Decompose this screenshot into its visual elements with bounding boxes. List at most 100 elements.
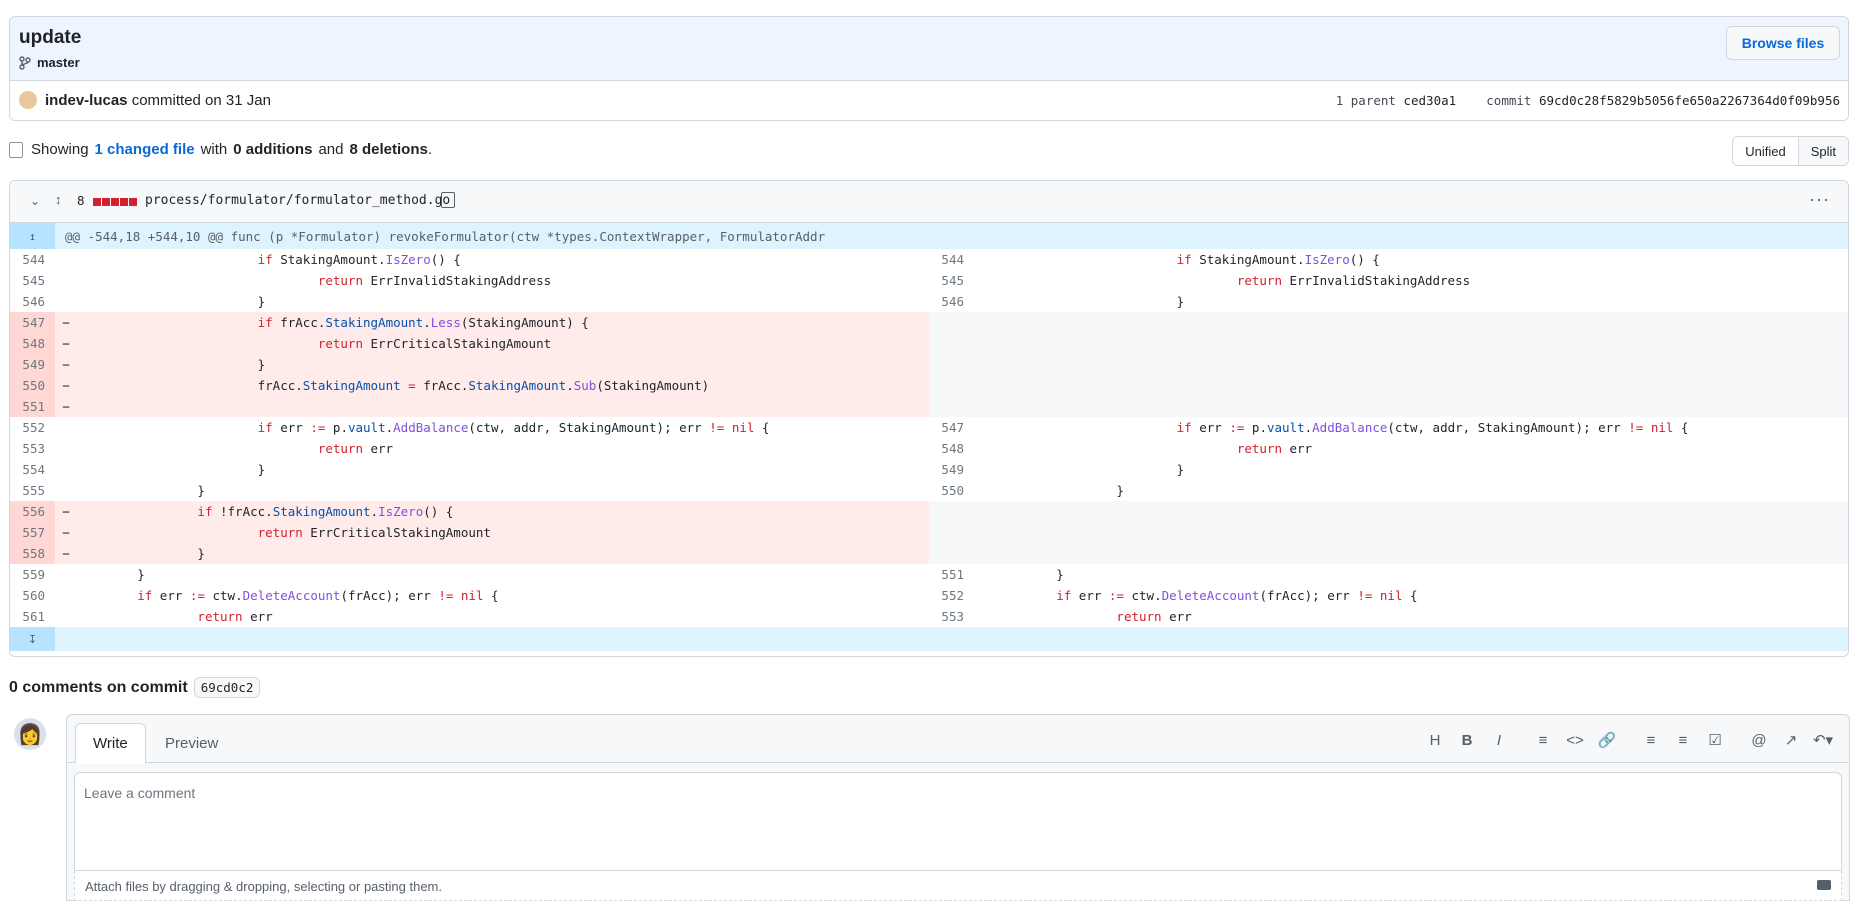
diff-right-side: 549 } — [929, 459, 1848, 480]
line-number-left[interactable]: 551 — [10, 396, 55, 417]
tab-write[interactable]: Write — [75, 723, 146, 764]
diff-left-side: 559 } — [10, 564, 929, 585]
diff-right-side: 550 } — [929, 480, 1848, 501]
italic-icon[interactable]: I — [1483, 729, 1515, 751]
diff-row: 551− — [10, 396, 1848, 417]
line-number-left[interactable]: 561 — [10, 606, 55, 627]
attach-text: Attach files by dragging & dropping, sel… — [85, 879, 442, 894]
line-number-left[interactable]: 560 — [10, 585, 55, 606]
commit-title: update — [19, 27, 82, 48]
heading-icon[interactable]: H — [1419, 729, 1451, 751]
bold-icon[interactable]: B — [1451, 729, 1483, 751]
line-number-right[interactable]: 545 — [929, 270, 974, 291]
line-number-left[interactable]: 558 — [10, 543, 55, 564]
changed-files-link[interactable]: 1 changed file — [95, 141, 195, 158]
file-path[interactable]: process/formulator/formulator_method.go — [145, 193, 450, 208]
line-number-right[interactable] — [929, 312, 974, 333]
link-icon[interactable]: 🔗 — [1591, 729, 1623, 751]
kebab-menu-icon[interactable]: ··· — [1809, 189, 1830, 210]
line-number-left[interactable]: 552 — [10, 417, 55, 438]
line-number-left[interactable]: 547 — [10, 312, 55, 333]
line-number-left[interactable]: 557 — [10, 522, 55, 543]
diff-marker — [55, 459, 77, 480]
line-number-left[interactable]: 555 — [10, 480, 55, 501]
diff-left-side: 552 if err := p.vault.AddBalance(ctw, ad… — [10, 417, 929, 438]
line-number-right[interactable] — [929, 522, 974, 543]
copy-icon[interactable] — [441, 192, 455, 208]
diff-right-side — [929, 333, 1848, 354]
code-line-left: } — [77, 462, 266, 477]
line-number-left[interactable]: 549 — [10, 354, 55, 375]
diff-left-side: 551− — [10, 396, 929, 417]
code-line-right: return ErrInvalidStakingAddress — [1236, 273, 1471, 288]
comments-title: 0 comments on commit — [9, 678, 188, 696]
code-icon[interactable]: <> — [1559, 729, 1591, 751]
diff-marker — [974, 312, 996, 333]
comment-editor: Write Preview H B I ≡ <> 🔗 ≡ ≡ ☑ @ ↗ ↶▾ … — [66, 714, 1850, 901]
line-number-left[interactable]: 545 — [10, 270, 55, 291]
split-view-button[interactable]: Split — [1797, 137, 1848, 165]
expand-up-icon[interactable]: ↥ — [10, 223, 55, 249]
browse-files-button[interactable]: Browse files — [1726, 26, 1840, 60]
unified-view-button[interactable]: Unified — [1733, 137, 1797, 165]
attach-files-area[interactable]: Attach files by dragging & dropping, sel… — [74, 871, 1842, 901]
expand-all-icon[interactable]: ↕ — [55, 192, 62, 207]
line-number-left[interactable]: 548 — [10, 333, 55, 354]
line-number-right[interactable] — [929, 543, 974, 564]
line-number-right[interactable] — [929, 333, 974, 354]
line-number-right[interactable] — [929, 354, 974, 375]
line-number-right[interactable]: 552 — [929, 585, 974, 606]
line-number-right[interactable]: 549 — [929, 459, 974, 480]
line-number-left[interactable]: 556 — [10, 501, 55, 522]
line-number-left[interactable]: 546 — [10, 291, 55, 312]
diff-row: 554 } 549 } — [10, 459, 1848, 480]
line-number-right[interactable]: 547 — [929, 417, 974, 438]
committed-date: committed on 31 Jan — [131, 92, 271, 109]
line-number-right[interactable] — [929, 501, 974, 522]
line-number-right[interactable]: 544 — [929, 249, 974, 270]
diff-marker — [974, 501, 996, 522]
diff-row: 548− return ErrCriticalStakingAmount — [10, 333, 1848, 354]
line-number-right[interactable]: 550 — [929, 480, 974, 501]
line-number-right[interactable]: 548 — [929, 438, 974, 459]
line-number-right[interactable] — [929, 375, 974, 396]
diff-left-side: 550− frAcc.StakingAmount = frAcc.Staking… — [10, 375, 929, 396]
code-line-right: if StakingAmount.IsZero() { — [1176, 252, 1380, 267]
diff-marker — [55, 270, 77, 291]
task-list-icon[interactable]: ☑ — [1699, 729, 1731, 751]
line-number-left[interactable]: 544 — [10, 249, 55, 270]
code-line-right — [996, 501, 1848, 522]
quote-icon[interactable]: ≡ — [1527, 729, 1559, 751]
chevron-down-icon[interactable]: ⌄ — [30, 194, 40, 208]
comment-textarea[interactable]: Leave a comment — [74, 772, 1842, 871]
diff-marker — [974, 585, 996, 606]
expand-down-icon[interactable]: ↧ — [10, 627, 55, 651]
line-number-left[interactable]: 554 — [10, 459, 55, 480]
user-avatar[interactable]: 👩 — [14, 718, 46, 750]
mention-icon[interactable]: @ — [1743, 729, 1775, 751]
line-number-right[interactable]: 553 — [929, 606, 974, 627]
code-line-left: return err — [197, 609, 273, 624]
branch-label[interactable]: master — [19, 55, 80, 70]
line-number-right[interactable] — [929, 396, 974, 417]
commit-sha-info: 1 parent ced30a1 commit 69cd0c28f5829b50… — [1336, 93, 1840, 108]
tab-preview[interactable]: Preview — [148, 723, 235, 764]
reference-icon[interactable]: ↗ — [1775, 729, 1807, 751]
author-avatar[interactable] — [19, 91, 37, 109]
author-name[interactable]: indev-lucas — [45, 92, 128, 109]
diff-right-side — [929, 354, 1848, 375]
diff-marker — [974, 480, 996, 501]
parent-sha[interactable]: ced30a1 — [1403, 93, 1456, 108]
bullet-list-icon[interactable]: ≡ — [1635, 729, 1667, 751]
diff-right-side — [929, 312, 1848, 333]
line-number-right[interactable]: 551 — [929, 564, 974, 585]
diff-marker — [55, 564, 77, 585]
line-number-left[interactable]: 553 — [10, 438, 55, 459]
diff-left-side: 544 if StakingAmount.IsZero() { — [10, 249, 929, 270]
code-line-left: if err := p.vault.AddBalance(ctw, addr, … — [257, 420, 770, 435]
line-number-right[interactable]: 546 — [929, 291, 974, 312]
numbered-list-icon[interactable]: ≡ — [1667, 729, 1699, 751]
reply-icon[interactable]: ↶▾ — [1807, 729, 1839, 751]
line-number-left[interactable]: 550 — [10, 375, 55, 396]
line-number-left[interactable]: 559 — [10, 564, 55, 585]
